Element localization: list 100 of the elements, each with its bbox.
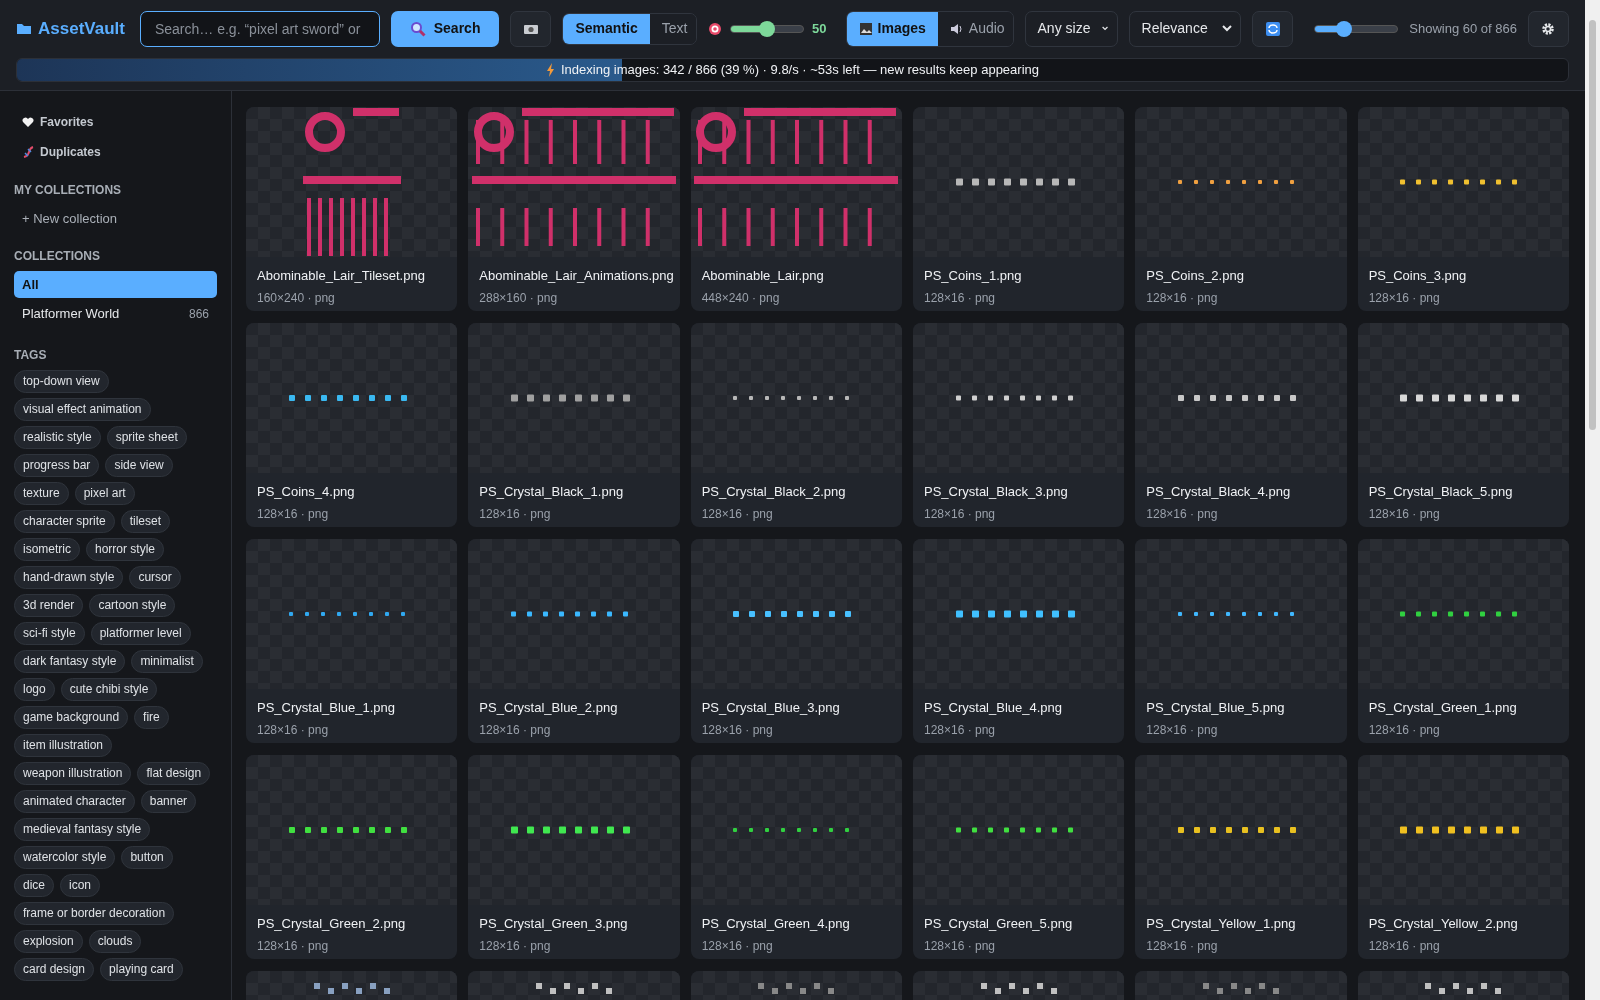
search-mode-tab[interactable]: Semantic	[563, 13, 650, 44]
dna-icon	[22, 146, 34, 158]
tag-chip[interactable]: clouds	[88, 929, 142, 953]
sidebar-item[interactable]: Favorites	[14, 107, 102, 137]
tag-chip[interactable]: pixel art	[74, 481, 135, 505]
asset-card[interactable]: PS_Crystal_Black_4.png 128×16 · png	[1135, 323, 1347, 527]
file-name: PS_Coins_2.png	[1145, 267, 1245, 285]
tag-chip[interactable]: dark fantasy style	[14, 649, 126, 673]
settings-button[interactable]	[1527, 10, 1569, 47]
media-type-tab[interactable]: Images	[846, 11, 938, 46]
asset-card[interactable]: Abominable_Lair_Animations.png 288×160 · png	[468, 107, 680, 311]
file-name: PS_Crystal_Yellow_1.png	[1145, 915, 1297, 933]
asset-card[interactable]: PS_Crystal_Black_5.png 128×16 · png	[1357, 323, 1569, 527]
asset-card[interactable]: PS_Crystal_Blue_5.png 128×16 · png	[1135, 539, 1347, 743]
file-name: Abominable_Lair_Animations.png	[478, 267, 675, 285]
tag-chip[interactable]: icon	[60, 873, 101, 897]
image-search-button[interactable]	[510, 10, 552, 47]
refresh-button[interactable]	[1252, 10, 1294, 47]
sidebar-item[interactable]: Duplicates	[14, 137, 109, 167]
size-dropdown[interactable]: Any size	[1024, 10, 1118, 47]
tag-chip[interactable]: card design	[14, 957, 95, 981]
tag-chip[interactable]: minimalist	[131, 649, 203, 673]
collection-item[interactable]: Platformer World 866	[14, 300, 217, 328]
tag-chip[interactable]: cute chibi style	[60, 677, 158, 701]
tag-chip[interactable]: progress bar	[14, 453, 100, 477]
asset-card[interactable]: PS_Coins_1.png 128×16 · png	[913, 107, 1125, 311]
file-meta: 128×16 · png	[923, 505, 997, 523]
asset-card[interactable]: PS_Crystal_Yellow_1.png 128×16 · png	[1135, 755, 1347, 959]
asset-card[interactable]: PS_Crystal_Green_5.png 128×16 · png	[913, 755, 1125, 959]
tag-chip[interactable]: fire	[134, 705, 169, 729]
tag-chip[interactable]: button	[121, 845, 173, 869]
tag-chip[interactable]: sci-fi style	[14, 621, 85, 645]
tag-chip[interactable]: top-down view	[14, 369, 109, 393]
lightning-icon	[546, 63, 555, 77]
heart-icon	[22, 116, 34, 128]
asset-card[interactable]: PS_Crystal_Blue_1.png 128×16 · png	[246, 539, 458, 743]
tag-chip[interactable]: game background	[14, 705, 129, 729]
asset-card[interactable]: PS_Coins_4.png 128×16 · png	[246, 323, 458, 527]
tag-chip[interactable]: playing card	[100, 957, 183, 981]
asset-card[interactable]: PS_Crystal_Green_2.png 128×16 · png	[246, 755, 458, 959]
asset-card[interactable]: Abominable_Lair.png 448×240 · png	[690, 107, 902, 311]
tag-chip[interactable]: visual effect animation	[14, 397, 151, 421]
file-name: PS_Crystal_Black_1.png	[478, 483, 625, 501]
tag-chip[interactable]: explosion	[14, 929, 83, 953]
asset-card[interactable]: PS_Crystal_Black_1.png 128×16 · png	[468, 323, 680, 527]
tag-chip[interactable]: logo	[14, 677, 55, 701]
section-heading: TAGS	[14, 346, 48, 364]
asset-card[interactable]: PS_Crystal_Blue_4.png 128×16 · png	[913, 539, 1125, 743]
asset-card[interactable]: PS_Crystal_Black_3.png 128×16 · png	[913, 323, 1125, 527]
tag-chip[interactable]: cartoon style	[89, 593, 176, 617]
tag-chip[interactable]: texture	[14, 481, 69, 505]
collection-item[interactable]: All	[14, 270, 217, 298]
search-field[interactable]: Search… e.g. “pixel art sword” or	[139, 10, 380, 47]
asset-card[interactable]: PS_Crystal_Green_1.png 128×16 · png	[1357, 539, 1569, 743]
folder-icon	[16, 22, 32, 35]
tag-chip[interactable]: horror style	[86, 537, 165, 561]
tag-chip[interactable]: tileset	[120, 509, 171, 533]
tag-chip[interactable]: animated character	[14, 789, 135, 813]
new-collection-link[interactable]: + New collection	[14, 205, 126, 233]
asset-card[interactable]: PS_Crystal_Blue_3.png 128×16 · png	[690, 539, 902, 743]
asset-card[interactable]: PS_Crystal_Black_2.png 128×16 · png	[690, 323, 902, 527]
file-meta: 128×16 · png	[478, 721, 552, 739]
tag-chip[interactable]: character sprite	[14, 509, 115, 533]
file-meta: 128×16 · png	[923, 289, 997, 307]
tag-chip[interactable]: realistic style	[14, 425, 101, 449]
asset-card[interactable]: PS_Coins_2.png 128×16 · png	[1135, 107, 1347, 311]
tag-chip[interactable]: hand-drawn style	[14, 565, 124, 589]
tag-chip[interactable]: weapon illustration	[14, 761, 132, 785]
file-meta: 128×16 · png	[1145, 289, 1219, 307]
asset-card[interactable]: PS_Crystal_Green_3.png 128×16 · png	[468, 755, 680, 959]
tag-chip[interactable]: cursor	[129, 565, 181, 589]
caret-icon	[1102, 25, 1109, 32]
tag-chip[interactable]: watercolor style	[14, 845, 116, 869]
target-icon	[708, 21, 723, 36]
tag-chip[interactable]: sprite sheet	[106, 425, 187, 449]
speaker-icon	[949, 21, 964, 36]
sort-dropdown[interactable]: Relevance	[1128, 10, 1242, 47]
tag-chip[interactable]: item illustration	[14, 733, 113, 757]
tag-chip[interactable]: flat design	[137, 761, 211, 785]
scrollbar[interactable]	[1585, 0, 1600, 1000]
file-name: PS_Crystal_Green_3.png	[478, 915, 629, 933]
asset-card[interactable]: PS_Crystal_Blue_2.png 128×16 · png	[468, 539, 680, 743]
asset-card[interactable]: PS_Crystal_Yellow_2.png 128×16 · png	[1357, 755, 1569, 959]
asset-card[interactable]: PS_Crystal_Green_4.png 128×16 · png	[690, 755, 902, 959]
tag-chip[interactable]: frame or border decoration	[14, 901, 175, 925]
file-meta: 128×16 · png	[1145, 505, 1219, 523]
picture-icon	[858, 21, 873, 36]
tag-chip[interactable]: platformer level	[90, 621, 191, 645]
file-meta: 128×16 · png	[1367, 937, 1441, 955]
tag-chip[interactable]: isometric	[14, 537, 80, 561]
tag-chip[interactable]: medieval fantasy style	[14, 817, 151, 841]
file-meta: 128×16 · png	[1145, 937, 1219, 955]
file-name: PS_Crystal_Black_4.png	[1145, 483, 1292, 501]
tag-chip[interactable]: dice	[14, 873, 54, 897]
search-button[interactable]: Search	[390, 10, 500, 47]
tag-chip[interactable]: side view	[105, 453, 173, 477]
asset-card[interactable]: Abominable_Lair_Tileset.png 160×240 · png	[246, 107, 458, 311]
tag-chip[interactable]: banner	[140, 789, 197, 813]
asset-card[interactable]: PS_Coins_3.png 128×16 · png	[1357, 107, 1569, 311]
tag-chip[interactable]: 3d render	[14, 593, 84, 617]
